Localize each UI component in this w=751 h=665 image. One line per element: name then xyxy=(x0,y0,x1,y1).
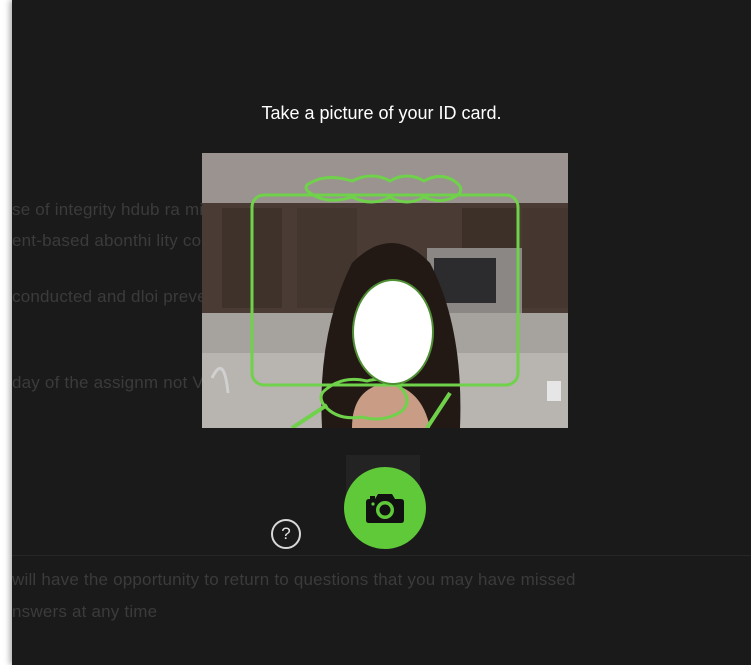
page-background xyxy=(0,0,12,665)
id-capture-dialog: se of integrity hdub ra microphone ac en… xyxy=(12,0,751,665)
background-divider xyxy=(12,555,751,556)
background-text-line: will have the opportunity to return to q… xyxy=(12,570,576,589)
background-text-line: nswers at any time xyxy=(12,602,158,621)
take-photo-button[interactable] xyxy=(344,467,426,549)
help-button[interactable]: ? xyxy=(271,519,301,549)
question-mark-icon: ? xyxy=(281,524,291,543)
camera-icon xyxy=(366,494,404,523)
dialog-title: Take a picture of your ID card. xyxy=(261,103,502,123)
camera-preview xyxy=(202,153,568,428)
